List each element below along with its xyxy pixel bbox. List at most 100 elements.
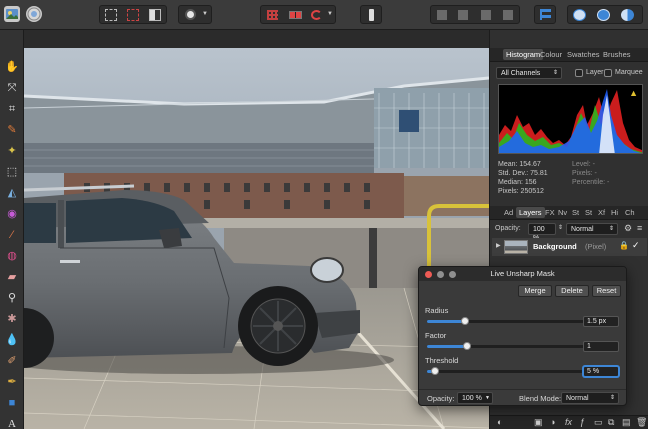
layer-row[interactable]: ▶ Background (Pixel) 🔒 ✓ [492, 238, 647, 256]
menu-icon[interactable]: ≡ [637, 223, 642, 233]
visibility-check-icon[interactable]: ✓ [632, 240, 640, 251]
smudge-icon[interactable]: ✐ [4, 354, 20, 368]
crop-icon[interactable]: ⌗ [4, 102, 20, 116]
live-filter-icon[interactable]: ƒ [580, 417, 585, 427]
marquee-tool-icon[interactable]: ⬚ [4, 165, 20, 179]
split-view-icon[interactable] [289, 11, 302, 19]
layer-add-icon[interactable]: ◐ [497, 417, 502, 427]
radius-slider-knob[interactable] [461, 317, 469, 325]
layer-checkbox[interactable] [575, 69, 583, 77]
threshold-field[interactable]: 5 % [583, 366, 619, 377]
tools-panel: ✋ ⤧ ⌗ ✎ ✦ ⬚ ◭ ◉ ⁄ ◍ ▰ ⚲ ✱ 💧 ✐ ✒ ■ A [0, 30, 24, 429]
liquify-persona-icon[interactable] [26, 6, 42, 22]
chevron-updown-icon[interactable]: ⇕ [558, 224, 563, 231]
channel-select[interactable]: All Channels ⇕ [496, 67, 562, 79]
layers-opacity-field[interactable]: 100 % [528, 223, 556, 242]
group-icon[interactable]: ▭ [594, 417, 603, 428]
threshold-slider-knob[interactable] [431, 367, 439, 375]
fx-icon[interactable]: fx [565, 417, 572, 427]
color-replace-icon[interactable]: ◍ [4, 249, 20, 263]
trash-icon[interactable]: 🗑 [636, 417, 647, 428]
align-icon [540, 9, 551, 20]
flood-fill-icon[interactable]: ◭ [4, 186, 20, 200]
brush-tool-group[interactable] [360, 5, 382, 24]
clone-icon[interactable]: ✱ [4, 312, 20, 326]
tab-transform[interactable]: Xf [598, 208, 605, 217]
tab-stock[interactable]: St [585, 208, 592, 217]
grid-icon[interactable] [267, 10, 278, 20]
arrange-backward-icon[interactable] [458, 10, 468, 20]
zoom-icon[interactable] [449, 271, 456, 278]
pen-icon[interactable]: ✒ [4, 375, 20, 389]
threshold-label: Threshold [425, 356, 459, 365]
mask-icon[interactable]: ▣ [534, 417, 543, 428]
arrange-forward-icon[interactable] [481, 10, 491, 20]
tab-histogram[interactable]: Histogram [503, 49, 544, 60]
add-shape-icon[interactable] [573, 9, 586, 21]
selection-brush-icon[interactable]: ✎ [4, 123, 20, 137]
layers-blend-value: Normal [571, 226, 594, 233]
mode-dropdown[interactable]: ▼ [178, 5, 212, 24]
dialog-opacity-value: 100 % [462, 395, 482, 402]
folder-icon[interactable]: ▤ [622, 417, 631, 428]
radius-slider[interactable] [427, 317, 587, 325]
factor-slider-knob[interactable] [463, 342, 471, 350]
tab-effects[interactable]: FX [545, 208, 555, 217]
dodge-icon[interactable]: ⚲ [4, 291, 20, 305]
marquee-icon[interactable] [105, 9, 117, 21]
tab-history[interactable]: Hi [611, 208, 618, 217]
eraser-icon[interactable]: ▰ [4, 270, 20, 284]
tab-layers[interactable]: Layers [516, 207, 545, 218]
flood-select-icon[interactable]: ✦ [4, 144, 20, 158]
stat-std-dev: Std. Dev.: 75.81 [498, 170, 548, 177]
text-icon[interactable]: A [4, 417, 20, 429]
duplicate-icon[interactable]: ⧉ [608, 417, 614, 428]
tab-brushes[interactable]: Brushes [603, 50, 631, 59]
lock-icon[interactable]: 🔒 [619, 241, 629, 250]
radius-label: Radius [425, 306, 449, 315]
adjustment-icon[interactable]: ◑ [550, 417, 555, 427]
stat-median: Median: 156 [498, 179, 537, 186]
layers-actions-bar: ◐ ▣ ◑ fx ƒ ▭ ⧉ ▤ 🗑 [490, 415, 648, 429]
factor-field[interactable]: 1 [583, 341, 619, 352]
close-icon[interactable] [425, 271, 432, 278]
factor-slider[interactable] [427, 342, 587, 350]
histogram-graph: ▲ [498, 84, 643, 154]
color-picker-icon[interactable]: ◉ [4, 207, 20, 221]
blur-icon[interactable]: 💧 [4, 333, 20, 347]
photo-persona-icon[interactable] [4, 6, 20, 22]
subtract-shape-icon[interactable] [597, 9, 610, 21]
deselect-icon[interactable] [127, 9, 139, 21]
delete-button[interactable]: Delete [555, 285, 589, 297]
arrange-front-icon[interactable] [503, 10, 513, 20]
mirror-view-icon[interactable] [311, 10, 322, 20]
merge-button[interactable]: Merge [518, 285, 552, 297]
tab-adjustments[interactable]: Ad [504, 208, 513, 217]
layers-blend-select[interactable]: Normal ⇕ [566, 223, 618, 235]
paint-brush-icon[interactable]: ⁄ [4, 228, 20, 242]
move-icon[interactable]: ⤧ [4, 81, 20, 95]
radius-slider-fill [427, 320, 465, 323]
hand-icon[interactable]: ✋ [4, 60, 20, 74]
align-button[interactable] [534, 5, 556, 24]
reset-button[interactable]: Reset [592, 285, 621, 297]
tab-swatches[interactable]: Swatches [567, 50, 600, 59]
tab-navigator[interactable]: Nv [558, 208, 567, 217]
tab-styles[interactable]: St [572, 208, 579, 217]
chevron-updown-icon: ⇕ [608, 226, 614, 232]
stat-percentile: Percentile: - [572, 179, 610, 186]
expand-triangle-icon[interactable]: ▶ [496, 242, 501, 249]
intersect-shape-icon[interactable] [621, 9, 634, 21]
dialog-blend-select[interactable]: Normal ⇕ [561, 392, 619, 404]
tab-channels[interactable]: Ch [625, 208, 635, 217]
invert-selection-icon[interactable] [149, 9, 161, 21]
arrange-back-icon[interactable] [437, 10, 447, 20]
tab-colour[interactable]: Colour [540, 50, 562, 59]
rectangle-icon[interactable]: ■ [4, 396, 20, 410]
minimize-icon[interactable] [437, 271, 444, 278]
gear-icon[interactable]: ⚙ [624, 223, 632, 234]
dialog-opacity-field[interactable]: 100 % ▼ [457, 392, 493, 404]
radius-field[interactable]: 1.5 px [583, 316, 619, 327]
threshold-slider[interactable] [427, 367, 587, 375]
marquee-checkbox[interactable] [604, 69, 612, 77]
